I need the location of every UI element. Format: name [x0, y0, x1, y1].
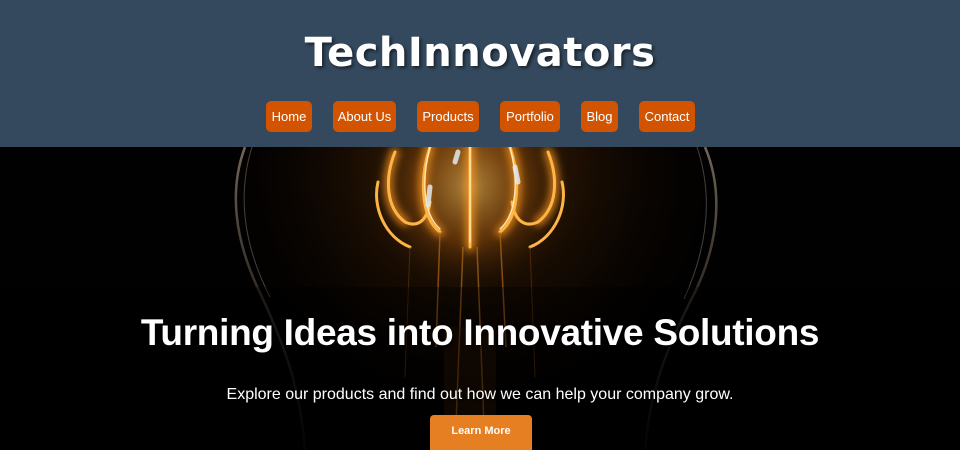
- nav-portfolio[interactable]: Portfolio: [500, 101, 560, 132]
- nav-home[interactable]: Home: [266, 101, 312, 132]
- nav-products[interactable]: Products: [417, 101, 479, 132]
- hero-section: Turning Ideas into Innovative Solutions …: [0, 147, 960, 450]
- nav-blog[interactable]: Blog: [581, 101, 618, 132]
- nav-about-us[interactable]: About Us: [333, 101, 396, 132]
- site-title[interactable]: TechInnovators: [0, 27, 960, 79]
- site-header: TechInnovators Home About Us Products Po…: [0, 0, 960, 147]
- nav-contact[interactable]: Contact: [639, 101, 695, 132]
- hero-heading: Turning Ideas into Innovative Solutions: [140, 312, 820, 353]
- learn-more-button[interactable]: Learn More: [430, 415, 532, 450]
- hero-subheading: Explore our products and find out how we…: [226, 386, 734, 403]
- main-nav: Home About Us Products Portfolio Blog Co…: [0, 101, 960, 132]
